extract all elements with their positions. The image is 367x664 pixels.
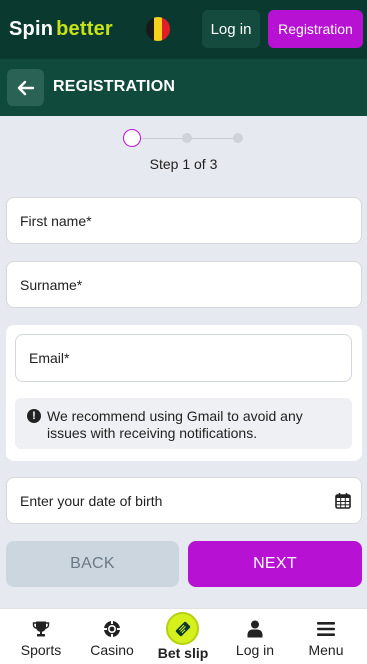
nav-item-sports[interactable]: Sports — [6, 609, 76, 664]
nav-item-betslip[interactable] — [166, 612, 199, 645]
nav-label-betslip: Bet slip — [157, 645, 209, 661]
logo-spin-text: Spin — [9, 18, 54, 40]
surname-placeholder: Surname* — [20, 276, 83, 293]
nav-item-casino[interactable]: Casino — [77, 609, 147, 664]
logo-better-text: better — [56, 18, 113, 40]
page-title: REGISTRATION — [53, 78, 176, 95]
top-bar: Spin better Log in Registration — [0, 0, 367, 59]
title-bar: REGISTRATION — [0, 59, 367, 116]
nav-label-menu: Menu — [308, 642, 344, 658]
language-flag-icon[interactable] — [146, 17, 170, 41]
nav-label-login: Log in — [235, 642, 275, 658]
email-placeholder: Email* — [29, 350, 70, 366]
ticket-icon — [175, 621, 190, 636]
calendar-icon[interactable] — [335, 492, 351, 509]
nav-item-menu[interactable]: Menu — [291, 609, 361, 664]
step-label: Step 1 of 3 — [149, 156, 218, 172]
exclamation-circle-icon: ! — [27, 409, 41, 423]
trophy-icon — [32, 621, 50, 637]
nav-label-casino: Casino — [90, 642, 134, 658]
step-3-indicator — [233, 133, 243, 143]
back-step-button[interactable]: BACK — [6, 541, 179, 587]
next-step-button[interactable]: NEXT — [188, 541, 362, 587]
registration-button[interactable]: Registration — [268, 10, 363, 48]
arrow-left-icon — [17, 80, 34, 95]
back-button[interactable] — [7, 69, 44, 106]
nav-label-sports: Sports — [20, 642, 62, 658]
hamburger-menu-icon — [317, 622, 335, 636]
logo[interactable]: Spin better — [9, 18, 113, 41]
login-button[interactable]: Log in — [202, 10, 260, 48]
first-name-field[interactable]: First name* — [6, 197, 362, 244]
dob-placeholder: Enter your date of birth — [20, 492, 163, 509]
step-connector — [191, 138, 237, 139]
step-2-indicator — [182, 133, 192, 143]
step-1-indicator — [123, 129, 141, 147]
notice-text: We recommend using Gmail to avoid any is… — [47, 408, 303, 441]
user-icon — [247, 620, 263, 638]
nav-item-login[interactable]: Log in — [220, 609, 290, 664]
dob-field[interactable]: Enter your date of birth — [6, 477, 362, 524]
gmail-notice: ! We recommend using Gmail to avoid any … — [15, 398, 352, 449]
email-field[interactable]: Email* — [15, 334, 352, 382]
surname-field[interactable]: Surname* — [6, 261, 362, 308]
step-connector — [141, 138, 187, 139]
first-name-placeholder: First name* — [20, 212, 92, 229]
casino-chip-icon — [104, 621, 120, 637]
stepper — [123, 129, 245, 149]
